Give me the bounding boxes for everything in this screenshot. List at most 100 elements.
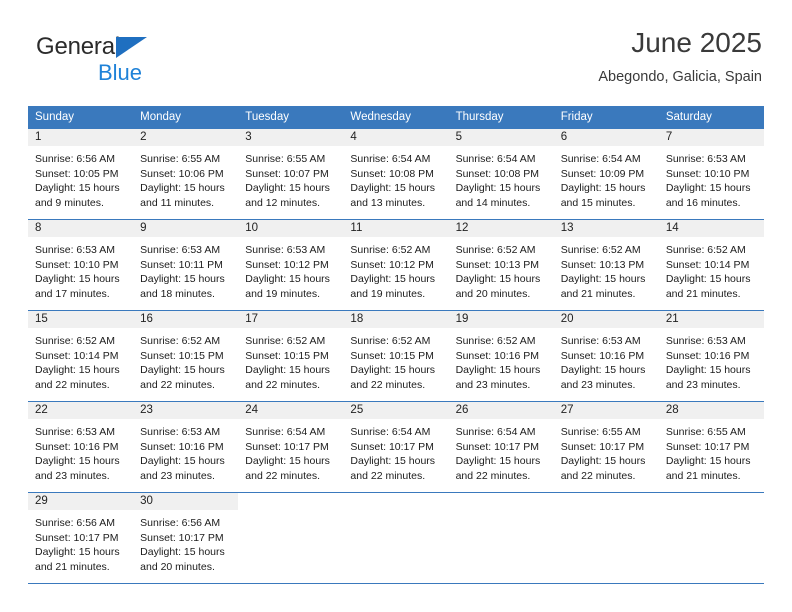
- day-details: Sunrise: 6:52 AM Sunset: 10:14 PM Daylight…: [659, 237, 764, 301]
- calendar-day-cell[interactable]: 3 Sunrise: 6:55 AM Sunset: 10:07 PM Dayligh…: [238, 128, 344, 220]
- calendar-day-cell[interactable]: 17 Sunrise: 6:52 AM Sunset: 10:15 PM Daylig…: [238, 310, 344, 402]
- sunset-text: Sunset: 10:09 PM: [560, 167, 645, 180]
- day-details: Sunrise: 6:52 AM Sunset: 10:16 PM Daylight…: [449, 328, 554, 392]
- sunrise-text: Sunrise: 6:53 AM: [140, 426, 221, 438]
- calendar-day-cell[interactable]: 22 Sunrise: 6:53 AM Sunset: 10:16 PM Daylig…: [28, 401, 134, 493]
- page-title: June 2025: [631, 27, 762, 58]
- sunset-text: Sunset: 10:17 PM: [455, 440, 540, 453]
- daylight-text-line2: and 23 minutes.: [140, 469, 215, 482]
- day-number: 15: [28, 311, 134, 328]
- weekday-header-wednesday: Wednesday: [343, 106, 449, 129]
- sunrise-text: Sunrise: 6:54 AM: [560, 153, 641, 165]
- day-cell-inner: 13 Sunrise: 6:52 AM Sunset: 10:13 PM Daylig…: [553, 220, 659, 310]
- day-cell-inner: [449, 493, 554, 583]
- calendar-day-cell[interactable]: 9 Sunrise: 6:53 AM Sunset: 10:11 PM Dayligh…: [133, 219, 239, 311]
- calendar-day-cell[interactable]: 7 Sunrise: 6:53 AM Sunset: 10:10 PM Dayligh…: [658, 128, 764, 220]
- calendar-day-cell[interactable]: 21 Sunrise: 6:53 AM Sunset: 10:16 PM Daylig…: [658, 310, 764, 402]
- sunset-text: Sunset: 10:16 PM: [560, 349, 645, 362]
- calendar-day-cell[interactable]: 26 Sunrise: 6:54 AM Sunset: 10:17 PM Daylig…: [448, 401, 554, 493]
- day-number: 19: [448, 311, 554, 328]
- day-cell-inner: 21 Sunrise: 6:53 AM Sunset: 10:16 PM Daylig…: [658, 311, 764, 401]
- sunrise-text: Sunrise: 6:52 AM: [140, 335, 221, 347]
- daylight-text-line1: Daylight: 15 hours: [560, 273, 646, 285]
- calendar-day-cell[interactable]: 24 Sunrise: 6:54 AM Sunset: 10:17 PM Daylig…: [238, 401, 344, 493]
- sunset-text: Sunset: 10:10 PM: [665, 167, 750, 180]
- brand-logo[interactable]: General Blue: [36, 34, 216, 90]
- sunrise-text: Sunrise: 6:55 AM: [245, 153, 326, 165]
- daylight-text-line1: Daylight: 15 hours: [350, 364, 436, 376]
- day-cell-inner: 23 Sunrise: 6:53 AM Sunset: 10:16 PM Daylig…: [133, 402, 239, 492]
- day-number: 12: [448, 220, 554, 237]
- calendar-day-cell[interactable]: 25 Sunrise: 6:54 AM Sunset: 10:17 PM Daylig…: [343, 401, 449, 493]
- calendar-day-cell[interactable]: 29 Sunrise: 6:56 AM Sunset: 10:17 PM Daylig…: [28, 492, 134, 583]
- day-details: Sunrise: 6:56 AM Sunset: 10:17 PM Daylight…: [133, 510, 238, 574]
- day-cell-inner: 6 Sunrise: 6:54 AM Sunset: 10:09 PM Dayligh…: [553, 129, 659, 219]
- calendar-day-cell[interactable]: 14 Sunrise: 6:52 AM Sunset: 10:14 PM Daylig…: [658, 219, 764, 311]
- day-number: 27: [553, 402, 659, 419]
- sunset-text: Sunset: 10:14 PM: [665, 258, 750, 271]
- daylight-text-line1: Daylight: 15 hours: [35, 364, 120, 376]
- day-number: 2: [133, 129, 239, 146]
- day-cell-inner: 9 Sunrise: 6:53 AM Sunset: 10:11 PM Dayligh…: [133, 220, 239, 310]
- daylight-text-line2: and 15 minutes.: [560, 196, 636, 209]
- daylight-text-line2: and 23 minutes.: [35, 469, 110, 482]
- calendar-day-cell[interactable]: 10 Sunrise: 6:53 AM Sunset: 10:12 PM Daylig…: [238, 219, 344, 311]
- calendar-day-cell[interactable]: 12 Sunrise: 6:52 AM Sunset: 10:13 PM Daylig…: [448, 219, 554, 311]
- calendar-day-cell[interactable]: 30 Sunrise: 6:56 AM Sunset: 10:17 PM Daylig…: [133, 492, 239, 583]
- day-number: 11: [343, 220, 449, 237]
- daylight-text-line1: Daylight: 15 hours: [35, 182, 120, 194]
- daylight-text-line2: and 14 minutes.: [455, 196, 531, 209]
- calendar-day-cell[interactable]: 1 Sunrise: 6:56 AM Sunset: 10:05 PM Dayligh…: [28, 128, 134, 220]
- calendar-day-cell[interactable]: 2 Sunrise: 6:55 AM Sunset: 10:06 PM Dayligh…: [133, 128, 239, 220]
- day-details: Sunrise: 6:53 AM Sunset: 10:16 PM Daylight…: [28, 419, 133, 483]
- day-number: 24: [238, 402, 344, 419]
- calendar-day-cell[interactable]: 15 Sunrise: 6:52 AM Sunset: 10:14 PM Daylig…: [28, 310, 134, 402]
- calendar-day-cell[interactable]: 27 Sunrise: 6:55 AM Sunset: 10:17 PM Daylig…: [553, 401, 659, 493]
- sunset-text: Sunset: 10:15 PM: [350, 349, 434, 362]
- day-cell-inner: 3 Sunrise: 6:55 AM Sunset: 10:07 PM Dayligh…: [238, 129, 344, 219]
- day-cell-inner: [238, 493, 343, 583]
- day-number: 28: [658, 402, 764, 419]
- day-cell-inner: 28 Sunrise: 6:55 AM Sunset: 10:17 PM Daylig…: [658, 402, 764, 492]
- calendar-day-cell[interactable]: 6 Sunrise: 6:54 AM Sunset: 10:09 PM Dayligh…: [553, 128, 659, 220]
- daylight-text-line1: Daylight: 15 hours: [350, 182, 436, 194]
- sunset-text: Sunset: 10:16 PM: [140, 440, 224, 453]
- sunrise-text: Sunrise: 6:54 AM: [245, 426, 326, 438]
- sunrise-text: Sunrise: 6:53 AM: [560, 335, 641, 347]
- sunset-text: Sunset: 10:10 PM: [35, 258, 119, 271]
- calendar-day-cell[interactable]: 11 Sunrise: 6:52 AM Sunset: 10:12 PM Daylig…: [343, 219, 449, 311]
- daylight-text-line2: and 12 minutes.: [245, 196, 320, 209]
- day-details: [238, 510, 343, 516]
- calendar-page: General Blue June 2025 Abegondo, Galicia…: [0, 0, 792, 612]
- brand-name-general: General: [36, 33, 120, 60]
- calendar-day-cell[interactable]: 4 Sunrise: 6:54 AM Sunset: 10:08 PM Dayligh…: [343, 128, 449, 220]
- day-cell-inner: 14 Sunrise: 6:52 AM Sunset: 10:14 PM Daylig…: [658, 220, 764, 310]
- day-number: [343, 493, 448, 510]
- calendar-day-cell[interactable]: 13 Sunrise: 6:52 AM Sunset: 10:13 PM Daylig…: [553, 219, 659, 311]
- day-cell-inner: 19 Sunrise: 6:52 AM Sunset: 10:16 PM Daylig…: [448, 311, 554, 401]
- daylight-text-line2: and 20 minutes.: [455, 287, 531, 300]
- day-details: Sunrise: 6:54 AM Sunset: 10:17 PM Daylight…: [238, 419, 343, 483]
- calendar-day-cell[interactable]: 23 Sunrise: 6:53 AM Sunset: 10:16 PM Daylig…: [133, 401, 239, 493]
- calendar-day-cell[interactable]: 5 Sunrise: 6:54 AM Sunset: 10:08 PM Dayligh…: [448, 128, 554, 220]
- weekday-header-friday: Friday: [553, 106, 659, 129]
- calendar-day-cell[interactable]: 19 Sunrise: 6:52 AM Sunset: 10:16 PM Daylig…: [448, 310, 554, 402]
- calendar-day-cell[interactable]: 28 Sunrise: 6:55 AM Sunset: 10:17 PM Daylig…: [658, 401, 764, 493]
- calendar-day-cell[interactable]: 16 Sunrise: 6:52 AM Sunset: 10:15 PM Daylig…: [133, 310, 239, 402]
- daylight-text-line1: Daylight: 15 hours: [455, 273, 541, 285]
- day-details: Sunrise: 6:52 AM Sunset: 10:15 PM Daylight…: [133, 328, 238, 392]
- day-details: Sunrise: 6:53 AM Sunset: 10:16 PM Daylight…: [133, 419, 238, 483]
- daylight-text-line1: Daylight: 15 hours: [350, 273, 436, 285]
- sunrise-text: Sunrise: 6:54 AM: [350, 426, 431, 438]
- calendar-day-cell[interactable]: 18 Sunrise: 6:52 AM Sunset: 10:15 PM Daylig…: [343, 310, 449, 402]
- daylight-text-line2: and 21 minutes.: [665, 469, 741, 482]
- daylight-text-line2: and 21 minutes.: [560, 287, 636, 300]
- daylight-text-line2: and 9 minutes.: [35, 196, 104, 209]
- calendar-day-cell[interactable]: 8 Sunrise: 6:53 AM Sunset: 10:10 PM Dayligh…: [28, 219, 134, 311]
- day-details: Sunrise: 6:56 AM Sunset: 10:17 PM Daylight…: [28, 510, 133, 574]
- sunset-text: Sunset: 10:07 PM: [245, 167, 329, 180]
- sunrise-text: Sunrise: 6:53 AM: [35, 426, 115, 438]
- day-details: Sunrise: 6:53 AM Sunset: 10:11 PM Daylight…: [133, 237, 238, 301]
- calendar-day-cell[interactable]: 20 Sunrise: 6:53 AM Sunset: 10:16 PM Daylig…: [553, 310, 659, 402]
- sunset-text: Sunset: 10:06 PM: [140, 167, 224, 180]
